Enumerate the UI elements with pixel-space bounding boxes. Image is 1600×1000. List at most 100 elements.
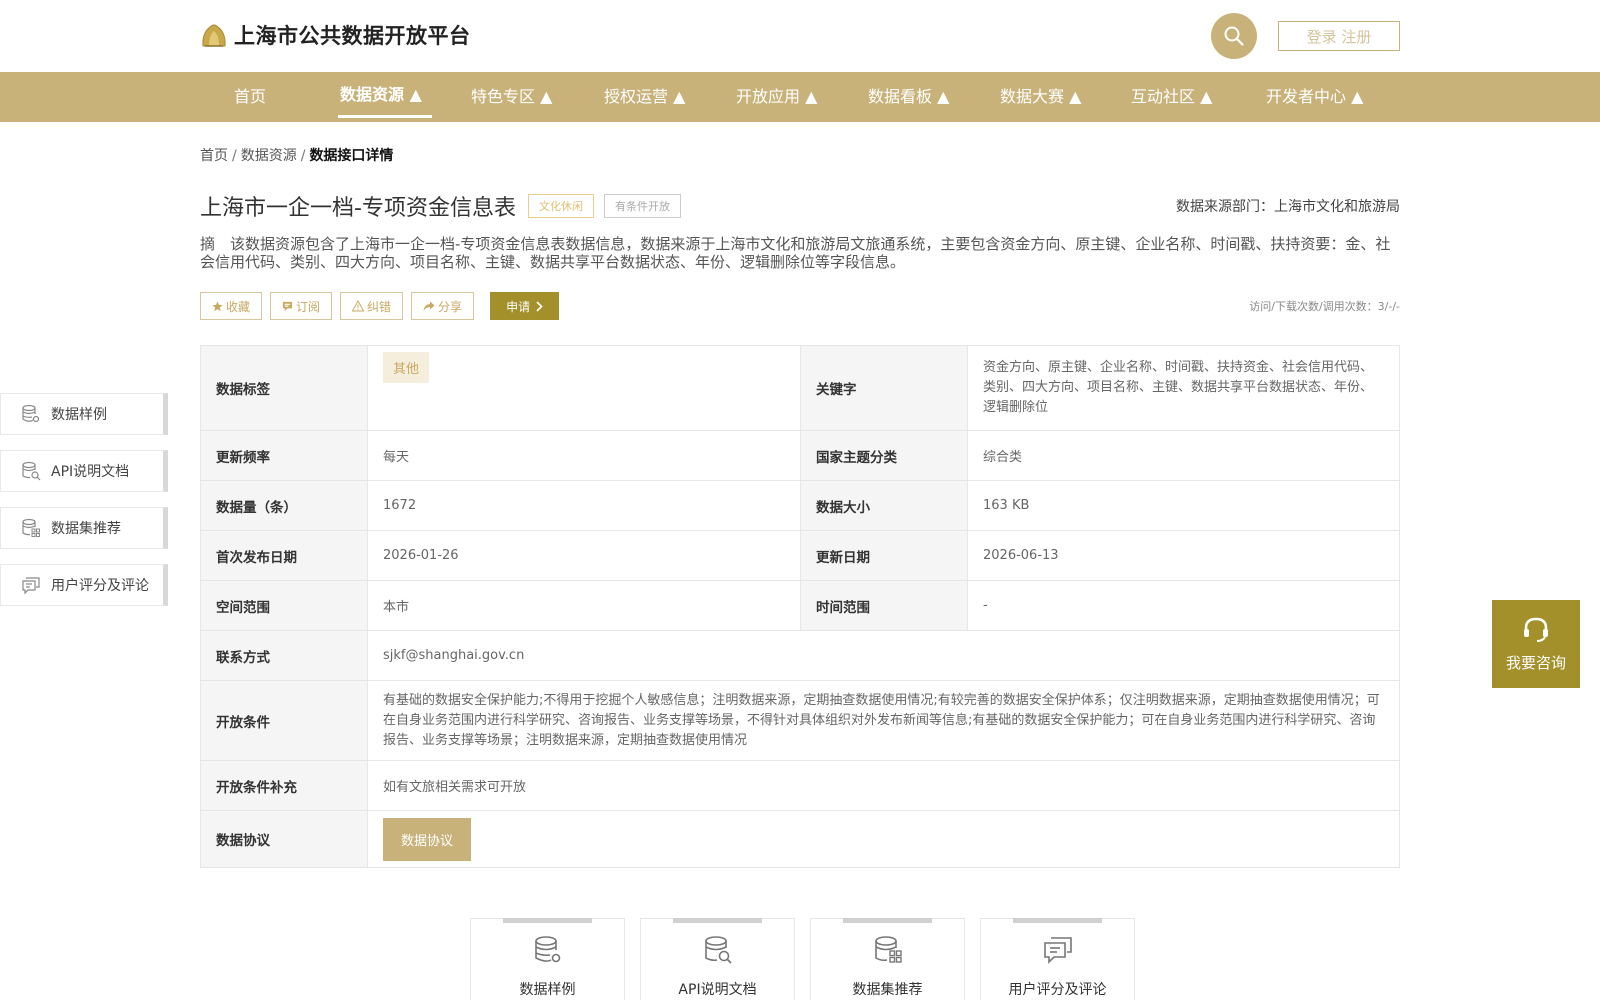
table-row: 数据标签 其他 关键字 资金方向、原主键、企业名称、时间戳、扶持资金、社会信用代… [200,345,1400,431]
site-title: 上海市公共数据开放平台 [234,24,471,48]
tags-value-cell: 其他 [367,345,801,431]
data-protocol-key: 数据协议 [200,810,368,868]
dataset-title-row: 上海市一企一档-专项资金信息表 文化休闲 有条件开放 [200,190,681,222]
share-icon [423,301,435,311]
card-recommend[interactable]: 数据集推荐 [810,918,965,1000]
page-title: 上海市一企一档-专项资金信息表 [200,196,516,221]
collect-button[interactable]: 收藏 [200,292,263,320]
update-date-key: 更新日期 [800,530,968,581]
search-button[interactable] [1211,13,1257,59]
chevron-right-icon [536,300,543,312]
nav-open-apps[interactable]: 开放应用 ▲ [736,72,817,122]
breadcrumb-separator: / [232,148,237,164]
update-frequency-value: 每天 [367,430,801,481]
breadcrumb-current: 数据接口详情 [309,148,394,164]
table-row: 数据量（条） 1672 数据大小 163 KB [200,480,1400,531]
breadcrumb-home[interactable]: 首页 [200,148,228,164]
nav-data-resources[interactable]: 数据资源 ▲ [338,72,432,122]
side-item-label: 数据集推荐 [51,521,121,537]
share-label: 分享 [438,299,463,314]
card-label: 数据样例 [519,982,576,998]
open-conditions-key: 开放条件 [200,680,368,761]
tag-chip[interactable]: 其他 [383,352,430,383]
data-size-key: 数据大小 [800,480,968,531]
openness-tag: 有条件开放 [603,194,681,218]
visit-counts: 访问/下载次数/调用次数：3/-/- [1249,300,1400,313]
side-item-recommend[interactable]: 数据集推荐 [0,507,168,549]
breadcrumb: 首页 / 数据资源 / 数据接口详情 [200,145,393,165]
data-size-value: 163 KB [967,480,1400,531]
table-row: 更新频率 每天 国家主题分类 综合类 [200,430,1400,481]
contact-value[interactable]: sjkf@shanghai.gov.cn [367,630,1400,681]
card-label: API说明文档 [678,982,757,998]
card-rating[interactable]: 用户评分及评论 [980,918,1135,1000]
data-source-department: 数据来源部门：上海市文化和旅游局 [1176,199,1400,215]
report-error-button[interactable]: 纠错 [340,292,404,320]
site-header: 上海市公共数据开放平台 登录 注册 [0,0,1600,72]
record-count-value: 1672 [367,480,801,531]
first-publish-value: 2026-01-26 [367,530,801,581]
side-item-api-doc[interactable]: API说明文档 [0,450,168,492]
open-conditions-supplement-key: 开放条件补充 [200,760,368,811]
site-logo[interactable]: 上海市公共数据开放平台 [200,20,471,50]
consult-button[interactable]: 我要咨询 [1492,600,1580,688]
headset-icon [1524,617,1548,642]
side-item-label: API说明文档 [51,464,130,480]
comment-icon [22,577,40,595]
record-count-key: 数据量（条） [200,480,368,531]
first-publish-key: 首次发布日期 [200,530,368,581]
table-row: 联系方式 sjkf@shanghai.gov.cn [200,630,1400,681]
update-date-value: 2026-06-13 [967,530,1400,581]
bookmark-icon [282,301,293,311]
dataset-detail-table: 数据标签 其他 关键字 资金方向、原主键、企业名称、时间戳、扶持资金、社会信用代… [200,345,1400,868]
breadcrumb-separator: / [300,148,306,164]
card-label: 用户评分及评论 [1008,982,1107,998]
comment-icon [1043,937,1072,964]
theme-category-key: 国家主题分类 [800,430,968,481]
database-search-icon [704,936,732,964]
table-row: 空间范围 本市 时间范围 - [200,580,1400,631]
category-tag: 文化休闲 [527,194,594,218]
subscribe-label: 订阅 [296,299,321,314]
side-item-data-sample[interactable]: 数据样例 [0,393,168,435]
table-row: 开放条件补充 如有文旅相关需求可开放 [200,760,1400,811]
logo-icon [202,24,226,47]
open-conditions-supplement-value: 如有文旅相关需求可开放 [367,760,1400,811]
login-register-button[interactable]: 登录 注册 [1278,21,1400,51]
card-api-doc[interactable]: API说明文档 [640,918,795,1000]
nav-home[interactable]: 首页 [234,72,266,122]
side-item-rating[interactable]: 用户评分及评论 [0,564,168,606]
nav-data-dashboard[interactable]: 数据看板 ▲ [868,72,949,122]
collect-label: 收藏 [226,299,251,314]
consult-label: 我要咨询 [1505,653,1566,672]
open-conditions-value: 有基础的数据安全保护能力;不得用于挖掘个人敏感信息；注明数据来源，定期抽查数据使… [367,680,1400,761]
apply-button[interactable]: 申请 [490,292,560,320]
nav-featured-zones[interactable]: 特色专区 ▲ [471,72,552,122]
share-button[interactable]: 分享 [411,292,475,320]
update-frequency-key: 更新频率 [200,430,368,481]
report-error-label: 纠错 [367,299,392,314]
time-range-key: 时间范围 [800,580,968,631]
card-label: 数据集推荐 [852,982,923,998]
time-range-value: - [967,580,1400,631]
theme-category-value: 综合类 [967,430,1400,481]
nav-data-contest[interactable]: 数据大赛 ▲ [1000,72,1081,122]
nav-community[interactable]: 互动社区 ▲ [1131,72,1212,122]
nav-authorized-operation[interactable]: 授权运营 ▲ [604,72,685,122]
tags-key: 数据标签 [200,345,368,431]
data-protocol-cell: 数据协议 [367,810,1400,868]
spatial-range-value: 本市 [367,580,801,631]
breadcrumb-data-resources[interactable]: 数据资源 [241,148,297,164]
subscribe-button[interactable]: 订阅 [270,292,333,320]
keywords-key: 关键字 [800,345,968,431]
keywords-value: 资金方向、原主键、企业名称、时间戳、扶持资金、社会信用代码、类别、四大方向、项目… [967,345,1400,431]
nav-developer-center[interactable]: 开发者中心 ▲ [1266,72,1363,122]
database-grid-icon [22,518,40,537]
side-quick-menu: 数据样例 API说明文档 数据集推荐 用户评分及评论 [0,393,168,621]
warning-icon [352,300,365,312]
card-data-sample[interactable]: 数据样例 [470,918,625,1000]
table-row: 首次发布日期 2026-01-26 更新日期 2026-06-13 [200,530,1400,581]
star-icon [212,300,223,311]
dataset-summary: 摘 该数据资源包含了上海市一企一档-专项资金信息表数据信息，数据来源于上海市文化… [200,235,1391,271]
data-protocol-button[interactable]: 数据协议 [383,817,472,861]
